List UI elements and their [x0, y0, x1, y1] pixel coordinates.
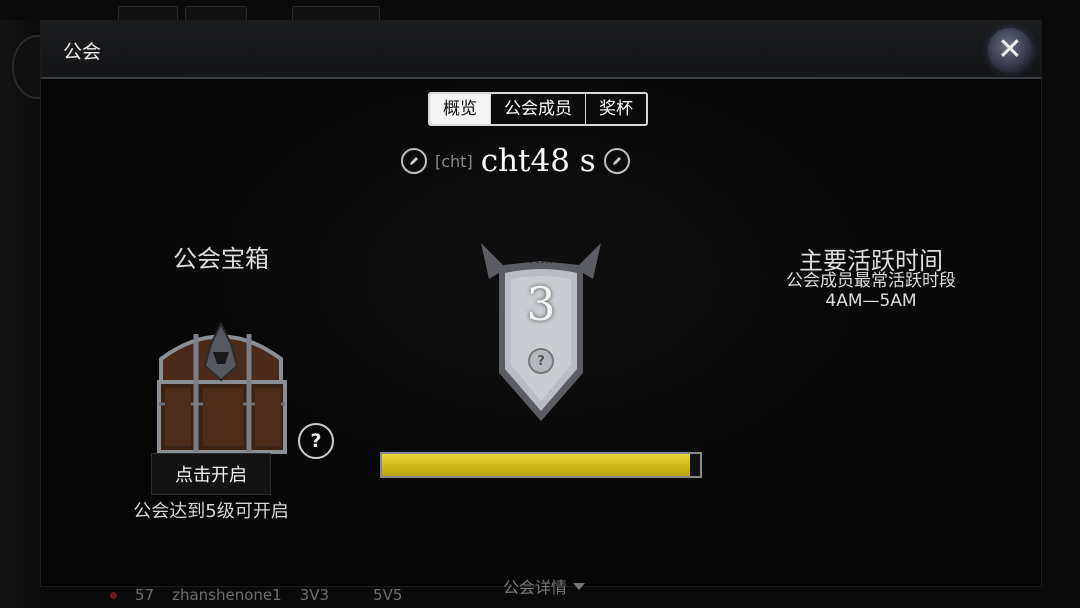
activity-time: 4AM—5AM: [825, 291, 917, 311]
row-rank: 57: [135, 586, 155, 604]
guild-dialog: 公会 ✕ 概览 公会成员 奖杯 [cht] cht48 s 公会宝箱 ? 点击开…: [40, 20, 1042, 597]
details-label: 公会详情: [503, 578, 568, 597]
tab-bar: 概览 公会成员 奖杯: [428, 92, 648, 126]
row-player: zhanshenone1: [172, 586, 282, 604]
row-mode-a: 3V3: [299, 586, 330, 604]
chevron-down-icon: [573, 582, 586, 590]
background-side-art: [0, 20, 40, 608]
guild-level-value: 3: [526, 277, 556, 331]
treasure-chest-icon[interactable]: [141, 304, 301, 474]
tab-overview[interactable]: 概览: [430, 94, 491, 124]
background-list-row: 57 zhanshenone1 3V3 5V5: [110, 586, 402, 604]
progress-fill: [382, 454, 691, 476]
status-dot-icon: [110, 591, 117, 599]
tab-trophies[interactable]: 奖杯: [586, 94, 646, 124]
guild-exp-progress: [380, 452, 702, 478]
row-mode-b: 5V5: [373, 586, 403, 604]
dialog-header: 公会: [41, 21, 1041, 79]
edit-name-button[interactable]: [603, 148, 630, 174]
chest-requirement: 公会达到5级可开启: [133, 501, 289, 522]
tab-members[interactable]: 公会成员: [491, 94, 586, 124]
chest-title: 公会宝箱: [173, 245, 269, 273]
dialog-title: 公会: [63, 41, 102, 63]
open-chest-button[interactable]: 点击开启: [151, 453, 271, 495]
guild-name: cht48 s: [480, 143, 596, 179]
guild-level-badge: [481, 243, 601, 421]
guild-name-row: [cht] cht48 s: [401, 141, 633, 181]
close-icon: ✕: [997, 32, 1023, 67]
level-help-button[interactable]: ?: [528, 348, 554, 374]
guild-details-toggle[interactable]: 公会详情: [503, 574, 586, 598]
activity-subtitle: 公会成员最常活跃时段: [786, 271, 956, 291]
guild-tag: [cht]: [435, 151, 473, 171]
chest-help-button[interactable]: ?: [298, 423, 334, 459]
pencil-icon: [410, 157, 418, 165]
edit-tag-button[interactable]: [401, 148, 427, 174]
badge-rank-name: 一介菜鸟: [516, 251, 565, 265]
pencil-icon: [612, 157, 621, 165]
close-button[interactable]: ✕: [988, 28, 1032, 72]
